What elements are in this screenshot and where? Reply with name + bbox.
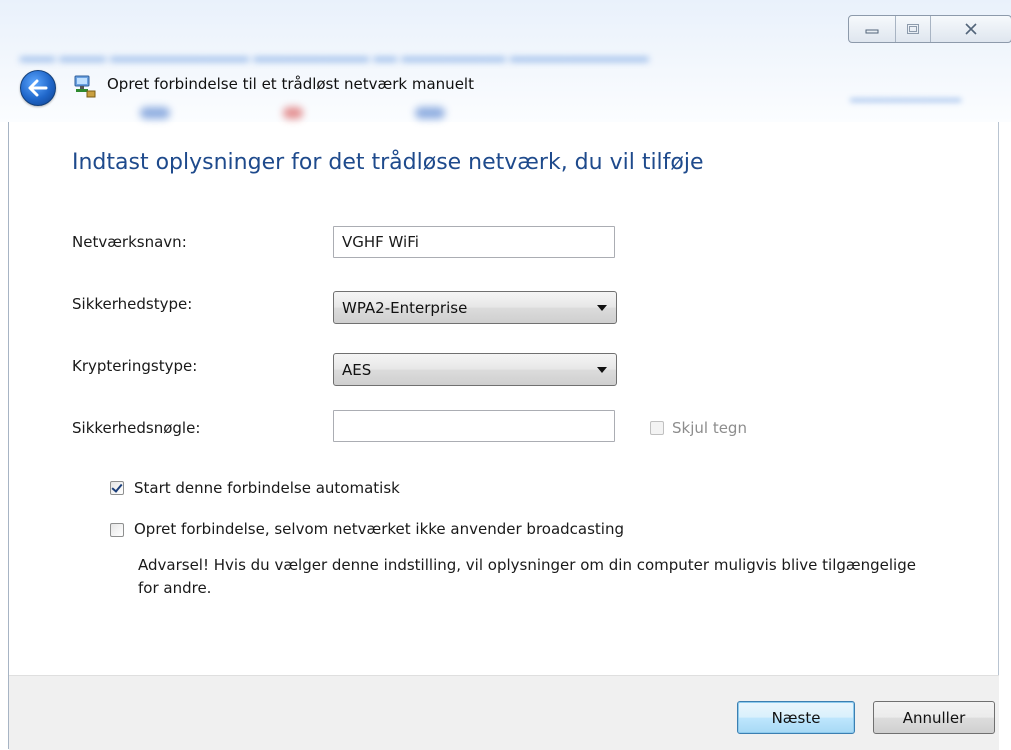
blurred-background-icon: [140, 107, 170, 119]
window-controls: [848, 15, 1011, 43]
page-title: Indtast oplysninger for det trådløse net…: [72, 150, 704, 175]
encryption-type-value: AES: [342, 360, 372, 379]
back-button[interactable]: [20, 70, 56, 106]
maximize-button[interactable]: [896, 16, 931, 42]
security-type-value: WPA2-Enterprise: [342, 298, 468, 317]
blurred-background-icon: [283, 107, 303, 119]
next-button[interactable]: Næste: [737, 701, 855, 734]
encryption-type-label: Krypteringstype:: [72, 357, 198, 375]
security-type-label: Sikkerhedstype:: [72, 295, 193, 313]
network-name-input[interactable]: [333, 226, 615, 258]
network-icon: [74, 75, 96, 98]
window-border-left: [8, 122, 9, 749]
security-type-select[interactable]: WPA2-Enterprise: [333, 291, 617, 324]
blurred-background-window: ▂▂▂ ▂▂▂▂ ▂▂▂▂▂▂▂▂▂▂▂▂ ▂▂▂▂▂▂▂▂▂▂ ▂▂ ▂▂▂▂…: [20, 44, 649, 62]
minimize-icon: [865, 29, 879, 34]
minimize-button[interactable]: [849, 16, 896, 42]
dialog-footer: Næste Annuller: [9, 675, 999, 750]
blurred-background-link: ▂▂▂▂▂▂▂▂▂▂▂▂: [850, 88, 961, 102]
cancel-button[interactable]: Annuller: [873, 701, 995, 734]
chevron-down-icon: [597, 305, 607, 311]
window-breadcrumb-title: Opret forbindelse til et trådløst netvær…: [107, 75, 474, 93]
connect-hidden-checkbox[interactable]: [110, 523, 124, 537]
encryption-type-select[interactable]: AES: [333, 353, 617, 386]
connect-hidden-label: Opret forbindelse, selvom netværket ikke…: [134, 520, 625, 538]
security-key-input[interactable]: [333, 410, 615, 442]
chevron-down-icon: [597, 367, 607, 373]
blurred-background-icon: [415, 107, 445, 119]
window-border-right: [998, 122, 999, 749]
auto-start-label: Start denne forbindelse automatisk: [134, 479, 400, 497]
network-name-label: Netværksnavn:: [72, 233, 187, 251]
hide-characters-checkbox[interactable]: [650, 421, 664, 435]
hide-characters-label: Skjul tegn: [672, 419, 747, 437]
security-key-label: Sikkerhedsnøgle:: [72, 419, 201, 437]
auto-start-checkbox[interactable]: [110, 481, 124, 495]
warning-text: Advarsel! Hvis du vælger denne indstilli…: [138, 556, 916, 597]
close-icon: [965, 23, 977, 35]
close-button[interactable]: [931, 16, 1011, 42]
back-arrow-icon: [28, 79, 48, 97]
maximize-icon: [907, 24, 919, 34]
